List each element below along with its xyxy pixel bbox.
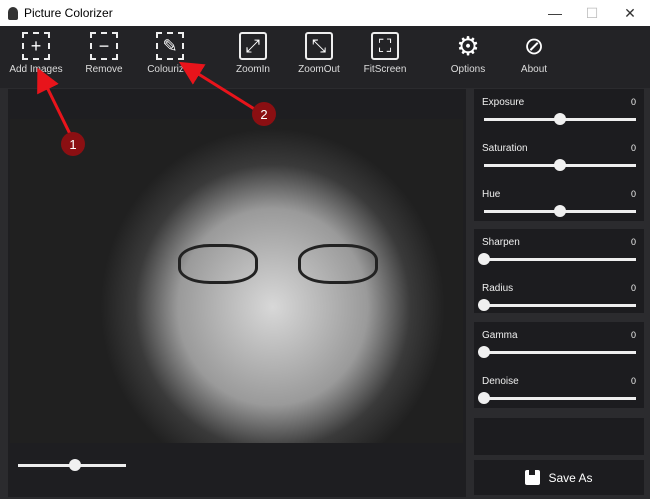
- arrow-2: [178, 61, 257, 112]
- badge-1-label: 1: [69, 137, 76, 152]
- arrow-1: [37, 67, 72, 135]
- badge-2-label: 2: [260, 107, 267, 122]
- annotations: 1 2: [37, 61, 276, 156]
